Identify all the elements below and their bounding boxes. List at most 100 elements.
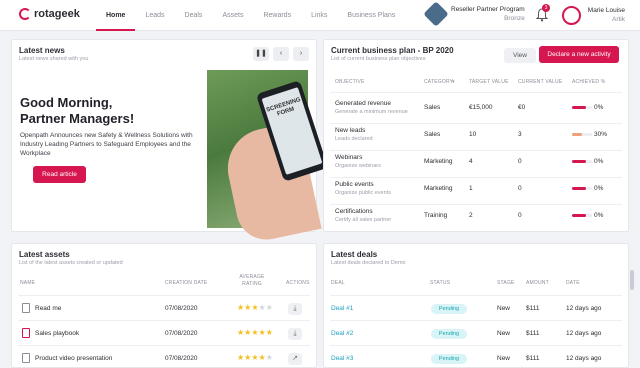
col-deal: Deal	[331, 280, 345, 286]
asset-name[interactable]: Read me	[35, 305, 61, 312]
col-status: Status	[430, 280, 451, 286]
deal-date: 12 days ago	[566, 355, 602, 362]
achieved-progress-bar	[572, 160, 592, 163]
declare-activity-button[interactable]: Declare a new activity	[539, 46, 619, 63]
objective-current: 0	[518, 158, 522, 165]
video-icon	[22, 353, 30, 363]
read-article-button[interactable]: Read article	[33, 166, 86, 183]
news-headline: Good Morning, Partner Managers!	[20, 95, 134, 127]
pdf-icon	[22, 328, 30, 338]
external-link-icon[interactable]: ↗	[288, 353, 302, 365]
asset-name[interactable]: Sales playbook	[35, 330, 79, 337]
achieved-percent: 0%	[594, 104, 604, 111]
divider	[330, 204, 622, 205]
achieved-percent: 30%	[594, 131, 608, 138]
deal-link[interactable]: Deal #3	[331, 355, 353, 362]
objective-target: 10	[469, 131, 477, 138]
divider	[18, 295, 310, 296]
deal-stage: New	[497, 305, 511, 312]
deal-link[interactable]: Deal #1	[331, 305, 353, 312]
asset-name[interactable]: Product video presentation	[35, 355, 112, 362]
view-button[interactable]: View	[504, 48, 536, 63]
deal-stage: New	[497, 355, 511, 362]
nav-home[interactable]: Home	[96, 0, 136, 31]
download-icon[interactable]: ⤓	[288, 303, 302, 315]
deals-title: Latest deals	[331, 250, 378, 259]
divider	[330, 92, 622, 93]
objective-target: 2	[469, 212, 473, 219]
objective-category: Sales	[424, 104, 441, 111]
nav-business-plans[interactable]: Business Plans	[337, 0, 405, 31]
nav-deals[interactable]: Deals	[175, 0, 213, 31]
notification-count: 3	[542, 4, 550, 12]
scrollbar[interactable]	[630, 270, 634, 290]
divider	[18, 345, 310, 346]
news-title: Latest news	[19, 46, 65, 55]
achieved-progress-fill	[572, 160, 586, 163]
nav-links[interactable]: Links	[301, 0, 337, 31]
divider	[330, 123, 622, 124]
chevron-right-icon[interactable]: ›	[293, 47, 309, 61]
achieved-percent: 0%	[594, 212, 604, 219]
deal-stage: New	[497, 330, 511, 337]
divider	[330, 295, 622, 296]
nav-leads[interactable]: Leads	[135, 0, 174, 31]
rating-stars: ★★★★★	[237, 328, 273, 337]
asset-date: 07/08/2020	[165, 355, 198, 362]
objective-target: 4	[469, 158, 473, 165]
star-icon: ★	[251, 303, 259, 312]
status-badge: Pending	[431, 304, 467, 314]
star-icon: ★	[265, 328, 273, 337]
pause-icon[interactable]: ❚❚	[253, 47, 269, 61]
partner-program-name: Reseller Partner Program	[451, 6, 525, 13]
col-actions: Actions	[286, 280, 310, 286]
col-category[interactable]: Category	[424, 79, 453, 85]
objective-category: Marketing	[424, 158, 453, 165]
avatar[interactable]	[562, 6, 581, 25]
sort-arrow-icon[interactable]: ▾	[452, 79, 455, 85]
user-company: Artik	[612, 16, 625, 23]
deal-amount: $111	[526, 355, 540, 362]
rotageek-logo[interactable]: rotageek	[19, 8, 80, 20]
divider	[330, 320, 622, 321]
business-plan-subtitle: List of current business plan objectives	[331, 56, 426, 62]
partner-program[interactable]: Reseller Partner Program Bronze	[423, 1, 525, 27]
col-creation-date: Creation date	[165, 280, 208, 286]
col-objective: Objective	[335, 79, 365, 85]
objective-desc: Organize webinars	[335, 163, 381, 169]
top-navigation-bar: rotageek Home Leads Deals Assets Rewards…	[0, 0, 640, 31]
chevron-left-icon[interactable]: ‹	[273, 47, 289, 61]
objective-desc: Certify all sales partner	[335, 217, 392, 223]
user-menu[interactable]: Marie Louise Artik	[588, 6, 625, 24]
logo-icon	[19, 8, 31, 20]
col-name: Name	[20, 280, 36, 286]
nav-rewards[interactable]: Rewards	[253, 0, 301, 31]
partner-level: Bronze	[504, 15, 525, 22]
deal-amount: $111	[526, 305, 540, 312]
star-icon: ★	[251, 353, 259, 362]
achieved-progress-bar	[572, 187, 592, 190]
col-target-value: Target value	[469, 79, 509, 85]
asset-date: 07/08/2020	[165, 330, 198, 337]
star-icon: ★	[258, 328, 266, 337]
objective-desc: Leads declared	[335, 136, 373, 142]
achieved-progress-fill	[572, 106, 586, 109]
nav-assets[interactable]: Assets	[212, 0, 253, 31]
download-icon[interactable]: ⤓	[288, 328, 302, 340]
col-current-value: Current value	[518, 79, 563, 85]
deal-date: 12 days ago	[566, 330, 602, 337]
deal-amount: $111	[526, 330, 540, 337]
divider	[330, 345, 622, 346]
objective-current: 0	[518, 185, 522, 192]
star-icon: ★	[258, 353, 266, 362]
deal-link[interactable]: Deal #2	[331, 330, 353, 337]
objective-desc: Organize public events	[335, 190, 391, 196]
logo-text: rotageek	[34, 8, 80, 20]
objective-current: 0	[518, 212, 522, 219]
objective-category: Marketing	[424, 185, 453, 192]
user-name: Marie Louise	[587, 7, 625, 14]
col-average-rating: Average rating	[239, 274, 265, 287]
objective-name: Certifications	[335, 208, 373, 215]
star-icon: ★	[265, 303, 273, 312]
status-badge: Pending	[431, 354, 467, 364]
